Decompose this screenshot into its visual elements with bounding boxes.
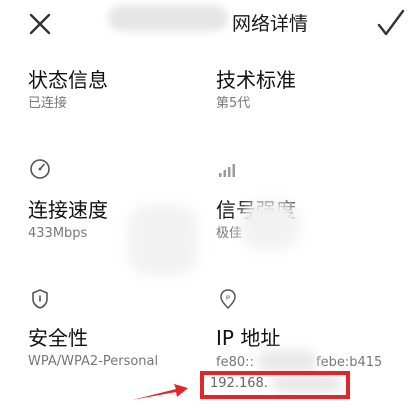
svg-text:IP: IP: [226, 296, 232, 302]
close-button[interactable]: [26, 10, 54, 38]
status-info: 状态信息 已连接: [28, 68, 208, 113]
network-details-screen: 网络详情 状态信息 已连接 技术标准 第5代 连接速度 433Mbps 极佳 I…: [0, 0, 412, 408]
blurred-watermark-2: [240, 200, 300, 250]
status-label: 状态信息: [28, 68, 108, 92]
ipv6-start: fe80::: [216, 355, 254, 370]
ipv6-end: febe:b415: [316, 355, 383, 370]
annotation-arrow: [130, 380, 190, 402]
security-label: 安全性: [28, 326, 88, 350]
speedometer-icon: [29, 158, 51, 180]
confirm-button[interactable]: [376, 8, 406, 38]
tech-standard-value: 第5代: [216, 96, 251, 111]
signal-bars-icon: [217, 158, 239, 180]
close-icon: [29, 13, 51, 35]
blurred-ipv6-middle: [258, 350, 316, 372]
check-icon: [377, 9, 405, 36]
shield-icon: [29, 288, 51, 310]
security-info: 安全性 WPA/WPA2-Personal: [28, 326, 208, 371]
blurred-network-name: [108, 5, 228, 31]
ip-address-info: IP 地址: [216, 326, 396, 350]
page-title: 网络详情: [232, 13, 309, 35]
blurred-watermark: [128, 205, 198, 275]
tech-standard-info: 技术标准 第5代: [216, 68, 396, 113]
tech-standard-label: 技术标准: [216, 68, 296, 92]
ip-location-icon: IP: [217, 288, 239, 310]
status-value: 已连接: [28, 96, 68, 111]
ip-highlight-box: [200, 371, 350, 399]
security-value: WPA/WPA2-Personal: [28, 354, 159, 369]
header-bar: 网络详情: [0, 0, 412, 50]
ip-address-label: IP 地址: [216, 326, 281, 350]
